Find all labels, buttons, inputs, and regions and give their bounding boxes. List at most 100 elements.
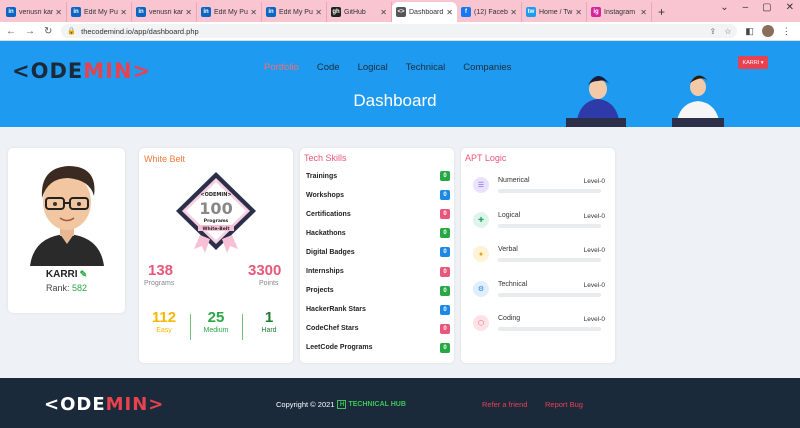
tab-favicon-icon: in (71, 7, 81, 17)
window-controls: ⌄ – ▢ ✕ (720, 2, 794, 13)
apt-label: Verbal (498, 246, 518, 253)
share-icon[interactable]: ⇪ (710, 27, 717, 36)
tab-close-icon[interactable]: ✕ (315, 8, 322, 17)
tab-close-icon[interactable]: ✕ (640, 8, 647, 17)
tech-skill-row[interactable]: Hackathons 0 (306, 226, 450, 240)
hard-stat: 1 Hard (244, 309, 294, 334)
apt-progress-bar (498, 292, 601, 297)
profile-avatar-icon[interactable] (761, 25, 774, 37)
apt-label: Coding (498, 315, 521, 322)
maximize-button[interactable]: ▢ (762, 2, 771, 13)
avatar (30, 166, 104, 266)
badge-line2: White-Belt (203, 226, 231, 232)
tab-favicon-icon: in (6, 7, 16, 17)
apt-row[interactable]: ● Verbal Level-0 (473, 246, 605, 266)
tech-skill-row[interactable]: Workshops 0 (306, 188, 450, 202)
nav-technical[interactable]: Technical (406, 62, 446, 73)
apt-row[interactable]: ☰ Numerical Level-0 (473, 177, 605, 197)
nav-logical[interactable]: Logical (358, 62, 388, 73)
tech-skill-row[interactable]: Projects 0 (306, 284, 450, 298)
back-icon[interactable]: ← (6, 26, 16, 37)
illustration-people-icon (566, 75, 724, 127)
tab-label: (12) Facebo (474, 8, 509, 16)
minimize-button[interactable]: – (743, 2, 749, 13)
reload-icon[interactable]: ↻ (44, 26, 52, 37)
programs-label: Programs (144, 280, 175, 287)
tab-label: Home / Tw (539, 8, 573, 16)
technical-hub-brand[interactable]: H TECHNICAL HUB (337, 400, 406, 409)
nav-portfolio[interactable]: Portfolio (264, 62, 299, 73)
tech-skills-title: Tech Skills (304, 153, 347, 163)
badge-line1: Programs (204, 218, 229, 224)
tech-skill-row[interactable]: Certifications 0 (306, 207, 450, 221)
nav-code[interactable]: Code (317, 62, 340, 73)
profile-rank: Rank: 582 (8, 283, 125, 293)
tab-close-icon[interactable]: ✕ (380, 8, 387, 17)
report-bug-link[interactable]: Report Bug (545, 400, 583, 409)
browser-tab-bar: in venusri kar ✕ in Edit My Pu ✕ in venusri kar… (0, 0, 800, 22)
tab-favicon-icon: <> (396, 7, 406, 17)
edit-icon[interactable]: ✎ (80, 269, 88, 279)
nav-companies[interactable]: Companies (463, 62, 511, 73)
apt-level: Level-0 (583, 247, 605, 254)
rank-label: Rank: (45, 283, 70, 293)
menu-kebab-icon[interactable]: ⋮ (782, 26, 791, 37)
tab-close-icon[interactable]: ✕ (185, 8, 192, 17)
tab-favicon-icon: in (266, 7, 276, 17)
tab-label: Edit My Pu (84, 8, 118, 16)
footer-logo[interactable]: <ODEMIN> (44, 394, 164, 415)
forward-icon[interactable]: → (25, 26, 35, 37)
bookmark-star-icon[interactable]: ☆ (724, 27, 731, 36)
tech-skill-row[interactable]: HackerRank Stars 0 (306, 303, 450, 317)
refer-friend-link[interactable]: Refer a friend (482, 400, 527, 409)
chat-icon: ● (473, 246, 489, 262)
url-field[interactable]: 🔒 thecodemind.io/app/dashboard.php ⇪ ☆ (61, 24, 738, 38)
browser-tab[interactable]: in Edit My Pu ✕ (197, 2, 262, 22)
new-tab-button[interactable]: + (652, 2, 671, 22)
tab-close-icon[interactable]: ✕ (446, 8, 453, 17)
browser-tab[interactable]: f (12) Facebo ✕ (457, 2, 522, 22)
browser-tab[interactable]: ig Instagram ✕ (587, 2, 652, 22)
browser-tab[interactable]: <> Dashboard ✕ (392, 2, 457, 22)
tech-skill-count: 0 (440, 171, 450, 181)
top-nav: Portfolio Code Logical Technical Compani… (264, 62, 511, 73)
apt-label: Numerical (498, 177, 530, 184)
tech-skill-row[interactable]: Trainings 0 (306, 169, 450, 183)
apt-row[interactable]: ✚ Logical Level-0 (473, 211, 605, 232)
apt-progress-bar (498, 223, 601, 228)
tech-skill-row[interactable]: Internships 0 (306, 265, 450, 279)
site-logo[interactable]: <ODEMIN> (12, 59, 151, 83)
browser-tab[interactable]: in venusri kar ✕ (132, 2, 197, 22)
tab-favicon-icon: in (201, 7, 211, 17)
tab-favicon-icon: f (461, 7, 471, 17)
tab-close-icon[interactable]: ✕ (510, 8, 517, 17)
belt-card: White Belt <ODEMIN> 100 Programs White-B… (139, 148, 293, 363)
browser-tab[interactable]: in venusri kar ✕ (2, 2, 67, 22)
tech-skill-row[interactable]: LeetCode Programs 0 (306, 341, 450, 355)
gears-icon: ⚙ (473, 280, 489, 297)
tab-close-icon[interactable]: ✕ (250, 8, 257, 17)
apt-row[interactable]: ⬡ Coding Level-0 (473, 315, 605, 335)
tab-close-icon[interactable]: ✕ (120, 8, 127, 17)
address-bar: ← → ↻ 🔒 thecodemind.io/app/dashboard.php… (0, 22, 800, 41)
hard-label: Hard (261, 327, 277, 334)
tab-close-icon[interactable]: ✕ (575, 8, 582, 17)
tech-skill-row[interactable]: CodeChef Stars 0 (306, 322, 450, 336)
browser-tab[interactable]: in Edit My Pu ✕ (262, 2, 327, 22)
tab-favicon-icon: gh (331, 7, 341, 17)
footer-logo-suffix: MIN> (105, 394, 165, 415)
apt-row[interactable]: ⚙ Technical Level-0 (473, 280, 605, 301)
tab-close-icon[interactable]: ✕ (55, 8, 62, 17)
tab-search-icon[interactable]: ⌄ (720, 2, 728, 13)
browser-tab[interactable]: gh GitHub ✕ (327, 2, 392, 22)
logo-suffix: MIN> (83, 59, 152, 83)
profile-name: KARRI ✎ (8, 269, 125, 280)
apt-logic-card: APT Logic ☰ Numerical Level-0 ✚ Logical Level… (461, 148, 615, 363)
tech-skill-row[interactable]: Digital Badges 0 (306, 245, 450, 259)
close-window-button[interactable]: ✕ (786, 2, 794, 13)
browser-tab[interactable]: tw Home / Tw ✕ (522, 2, 587, 22)
tech-skill-label: Workshops (306, 191, 344, 199)
easy-label: Easy (156, 327, 172, 334)
browser-tab[interactable]: in Edit My Pu ✕ (67, 2, 132, 22)
sidepanel-icon[interactable]: ◧ (745, 26, 754, 37)
